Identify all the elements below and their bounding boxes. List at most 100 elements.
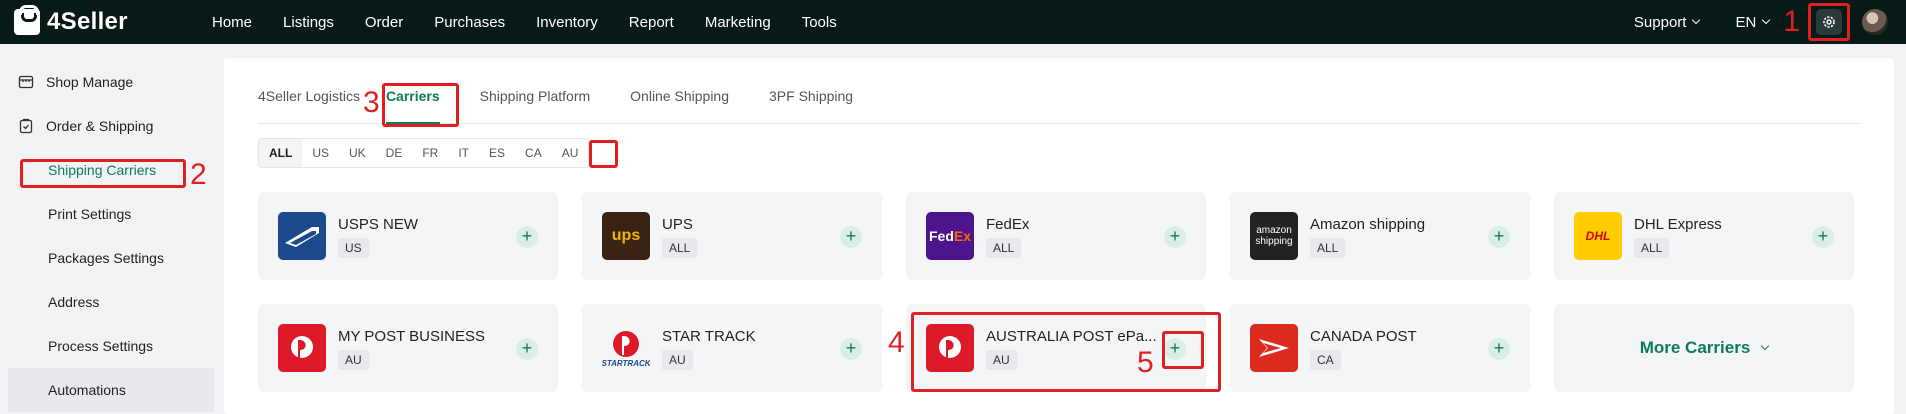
carrier-region-tag: AU xyxy=(662,350,693,370)
carrier-card-canada-post[interactable]: CANADA POST CA + xyxy=(1230,304,1530,392)
sidebar: Shop Manage Order & Shipping Shipping Ca… xyxy=(0,44,222,414)
sidebar-item-process-settings[interactable]: Process Settings xyxy=(0,324,222,368)
star-track-logo-text: STARTRACK xyxy=(602,358,650,368)
region-chip-uk[interactable]: UK xyxy=(339,139,376,167)
amazon-logo-subtext: shipping xyxy=(1255,236,1293,247)
sidebar-item-automations[interactable]: Automations xyxy=(8,368,214,412)
nav-listings[interactable]: Listings xyxy=(283,14,334,31)
ups-logo: ups xyxy=(602,212,650,260)
language-label: EN xyxy=(1735,13,1757,31)
usps-logo xyxy=(278,212,326,260)
brand-logo[interactable]: 4Seller xyxy=(14,5,184,36)
amazon-logo: amazon shipping xyxy=(1250,212,1298,260)
nav-marketing[interactable]: Marketing xyxy=(705,14,771,31)
region-chip-de[interactable]: DE xyxy=(376,139,413,167)
annotation-number-5: 5 xyxy=(1137,346,1154,379)
add-carrier-button[interactable]: + xyxy=(840,226,862,248)
annotation-number-4: 4 xyxy=(888,326,905,359)
sidebar-item-shipping-carriers[interactable]: Shipping Carriers xyxy=(0,148,222,192)
region-chip-es[interactable]: ES xyxy=(479,139,515,167)
tab-carriers[interactable]: Carriers xyxy=(385,78,440,124)
add-carrier-button[interactable]: + xyxy=(516,226,538,248)
main-panel: 4Seller Logistics Carriers Shipping Plat… xyxy=(224,58,1894,414)
carrier-region-tag: US xyxy=(338,238,369,258)
carrier-card-fedex[interactable]: FedEx FedEx ALL + xyxy=(906,192,1206,280)
sidebar-shop-manage[interactable]: Shop Manage xyxy=(0,60,222,104)
sidebar-item-print-settings[interactable]: Print Settings xyxy=(0,192,222,236)
top-navigation-bar: 4Seller Home Listings Order Purchases In… xyxy=(0,0,1906,44)
region-chip-all[interactable]: ALL xyxy=(259,139,303,167)
carrier-tabs: 4Seller Logistics Carriers Shipping Plat… xyxy=(258,78,1860,124)
region-chip-us[interactable]: US xyxy=(302,139,339,167)
carrier-name: DHL Express xyxy=(1634,216,1722,233)
add-carrier-button[interactable]: + xyxy=(1812,226,1834,248)
settings-button[interactable] xyxy=(1808,3,1850,41)
add-carrier-button[interactable]: + xyxy=(1488,338,1510,360)
carrier-region-tag: ALL xyxy=(1634,238,1670,258)
carrier-name: Amazon shipping xyxy=(1310,216,1426,233)
tab-online-shipping[interactable]: Online Shipping xyxy=(630,78,729,123)
top-right-controls: Support EN 1 xyxy=(1634,0,1906,44)
carrier-card-my-post-business[interactable]: MY POST BUSINESS AU + xyxy=(258,304,558,392)
add-carrier-button[interactable]: + xyxy=(1164,338,1186,360)
tab-4seller-logistics[interactable]: 4Seller Logistics xyxy=(258,78,360,123)
carrier-card-amazon-shipping[interactable]: amazon shipping Amazon shipping ALL + xyxy=(1230,192,1530,280)
carrier-card-ups[interactable]: ups UPS ALL + xyxy=(582,192,882,280)
nav-tools[interactable]: Tools xyxy=(802,14,837,31)
chevron-down-icon xyxy=(1692,15,1701,25)
annotation-number-3: 3 xyxy=(363,86,380,119)
region-filter: ALL US UK DE FR IT ES CA AU xyxy=(258,138,590,168)
carrier-name: CANADA POST xyxy=(1310,328,1417,345)
amazon-logo-text: amazon xyxy=(1256,225,1292,236)
carrier-name: FedEx xyxy=(986,216,1030,233)
nav-order[interactable]: Order xyxy=(365,14,403,31)
brand-name: 4Seller xyxy=(47,8,128,35)
more-carriers-label: More Carriers xyxy=(1639,338,1751,357)
region-chip-au[interactable]: AU xyxy=(552,139,589,167)
region-chip-it[interactable]: IT xyxy=(448,139,479,167)
fedex-logo: FedEx xyxy=(926,212,974,260)
australia-post-logo xyxy=(926,324,974,372)
carrier-name: AUSTRALIA POST ePa... xyxy=(986,328,1157,345)
add-carrier-button[interactable]: + xyxy=(516,338,538,360)
annotation-number-2: 2 xyxy=(190,158,207,191)
gear-icon xyxy=(1816,9,1842,35)
sidebar-shop-manage-label: Shop Manage xyxy=(46,74,134,90)
add-carrier-button[interactable]: + xyxy=(1164,226,1186,248)
chevron-down-icon xyxy=(1762,15,1771,25)
fedex-logo-ex: Ex xyxy=(953,228,971,244)
carrier-name: UPS xyxy=(662,216,693,233)
region-chip-ca[interactable]: CA xyxy=(515,139,552,167)
shopping-bag-icon xyxy=(14,5,40,35)
nav-purchases[interactable]: Purchases xyxy=(434,14,505,31)
nav-inventory[interactable]: Inventory xyxy=(536,14,598,31)
add-carrier-button[interactable]: + xyxy=(840,338,862,360)
store-icon xyxy=(18,75,34,89)
carrier-card-star-track[interactable]: STARTRACK STAR TRACK AU + xyxy=(582,304,882,392)
carrier-region-tag: CA xyxy=(1310,350,1341,370)
carrier-card-usps[interactable]: USPS NEW US + xyxy=(258,192,558,280)
region-chip-fr[interactable]: FR xyxy=(412,139,448,167)
sidebar-order-shipping-label: Order & Shipping xyxy=(46,118,154,134)
sidebar-item-packages-settings[interactable]: Packages Settings xyxy=(0,236,222,280)
ups-logo-text: ups xyxy=(611,227,641,244)
nav-home[interactable]: Home xyxy=(212,14,252,31)
language-menu[interactable]: EN xyxy=(1735,13,1771,31)
carrier-name: MY POST BUSINESS xyxy=(338,328,485,345)
carrier-name: STAR TRACK xyxy=(662,328,756,345)
support-menu[interactable]: Support xyxy=(1633,13,1701,31)
carrier-region-tag: ALL xyxy=(986,238,1022,258)
support-label: Support xyxy=(1633,13,1687,31)
carrier-card-australia-post[interactable]: AUSTRALIA POST ePa... AU + xyxy=(906,304,1206,392)
sidebar-order-shipping[interactable]: Order & Shipping xyxy=(0,104,222,148)
more-carriers-button[interactable]: More Carriers xyxy=(1554,304,1854,392)
carrier-card-dhl[interactable]: DHL DHL Express ALL + xyxy=(1554,192,1854,280)
carrier-region-tag: ALL xyxy=(662,238,698,258)
tab-shipping-platform[interactable]: Shipping Platform xyxy=(480,78,591,123)
add-carrier-button[interactable]: + xyxy=(1488,226,1510,248)
tab-3pf-shipping[interactable]: 3PF Shipping xyxy=(769,78,853,123)
sidebar-item-address[interactable]: Address xyxy=(0,280,222,324)
clipboard-icon xyxy=(19,118,33,134)
nav-report[interactable]: Report xyxy=(629,14,674,31)
user-avatar[interactable] xyxy=(1862,9,1888,35)
